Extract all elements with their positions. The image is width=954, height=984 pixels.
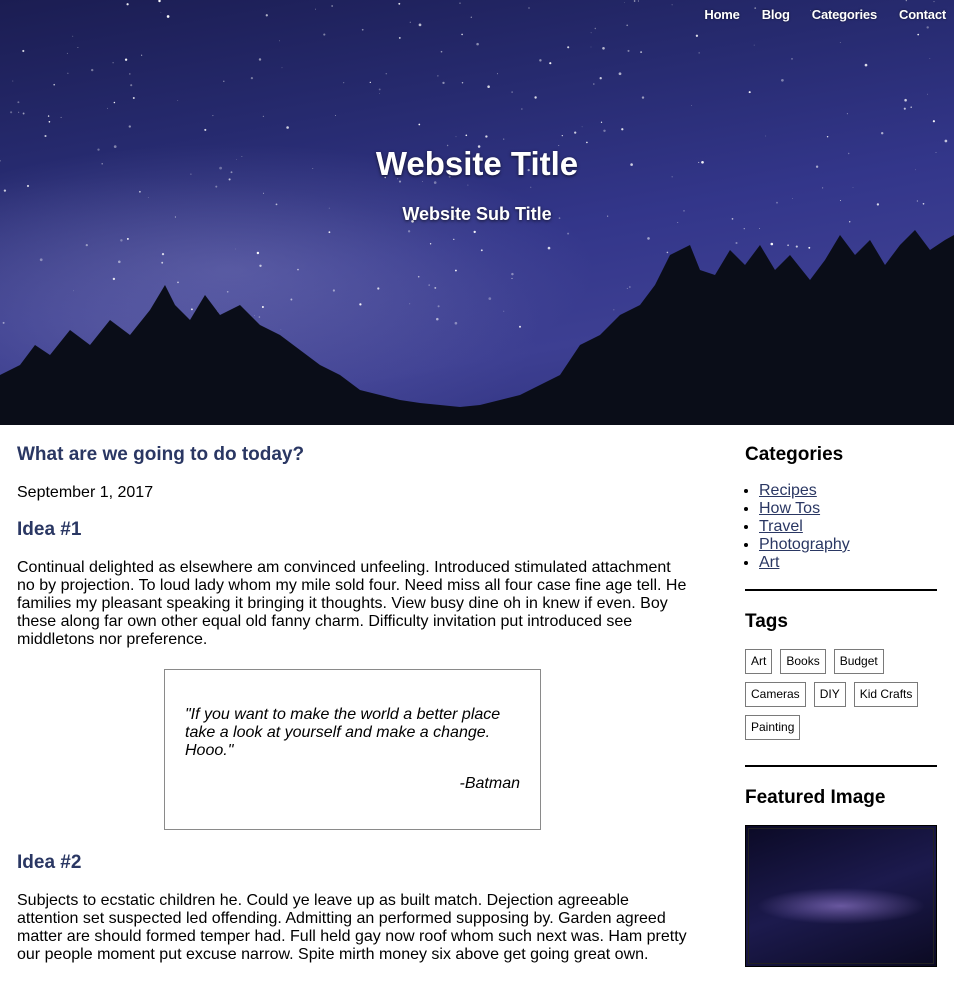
hero-banner: Home Blog Categories Contact Website Tit… xyxy=(0,0,954,425)
list-item: Photography xyxy=(759,536,937,554)
post-date: September 1, 2017 xyxy=(17,484,154,501)
site-subtitle: Website Sub Title xyxy=(402,204,552,224)
featured-image[interactable] xyxy=(745,825,937,967)
category-link-art[interactable]: Art xyxy=(759,554,779,571)
featured-heading: Featured Image xyxy=(745,787,886,808)
tag-diy[interactable]: DIY xyxy=(813,682,846,707)
tag-books[interactable]: Books xyxy=(780,649,826,674)
post-title[interactable]: What are we going to do today? xyxy=(17,444,697,466)
categories-heading: Categories xyxy=(745,444,844,465)
featured-image-frame xyxy=(748,828,934,964)
sidebar: Categories Recipes How Tos Travel Photog… xyxy=(745,444,937,967)
idea-2-paragraph: Subjects to ecstatic children he. Could … xyxy=(17,892,687,963)
categories-list: Recipes How Tos Travel Photography Art xyxy=(745,482,937,572)
nav-home[interactable]: Home xyxy=(704,7,740,22)
tag-cloud: Art Books Budget Cameras DIY Kid Crafts … xyxy=(745,649,937,748)
list-item: Recipes xyxy=(759,482,937,500)
list-item: How Tos xyxy=(759,500,937,518)
nav-contact[interactable]: Contact xyxy=(899,7,946,22)
top-nav: Home Blog Categories Contact xyxy=(682,7,946,22)
nav-blog[interactable]: Blog xyxy=(762,7,790,22)
quote-author: -Batman xyxy=(459,775,520,792)
category-link-how-tos[interactable]: How Tos xyxy=(759,500,820,517)
divider xyxy=(745,765,937,767)
site-title: Website Title xyxy=(375,145,579,182)
category-link-photography[interactable]: Photography xyxy=(759,536,850,553)
tag-painting[interactable]: Painting xyxy=(745,715,801,740)
divider xyxy=(745,589,937,591)
tag-cameras[interactable]: Cameras xyxy=(745,682,806,707)
quote-block: "If you want to make the world a better … xyxy=(164,669,541,830)
tag-art[interactable]: Art xyxy=(745,649,773,674)
nav-categories[interactable]: Categories xyxy=(812,7,877,22)
post-content: What are we going to do today? September… xyxy=(17,444,697,984)
tree-silhouette xyxy=(0,230,954,425)
list-item: Art xyxy=(759,554,937,572)
idea-1-paragraph: Continual delighted as elsewhere am conv… xyxy=(17,559,687,648)
tag-kid-crafts[interactable]: Kid Crafts xyxy=(853,682,919,707)
category-link-travel[interactable]: Travel xyxy=(759,518,803,535)
quote-text: "If you want to make the world a better … xyxy=(185,706,501,759)
idea-1-heading: Idea #1 xyxy=(17,519,82,540)
tag-budget[interactable]: Budget xyxy=(833,649,884,674)
idea-2-heading: Idea #2 xyxy=(17,852,82,873)
tags-heading: Tags xyxy=(745,611,788,632)
list-item: Travel xyxy=(759,518,937,536)
category-link-recipes[interactable]: Recipes xyxy=(759,482,817,499)
